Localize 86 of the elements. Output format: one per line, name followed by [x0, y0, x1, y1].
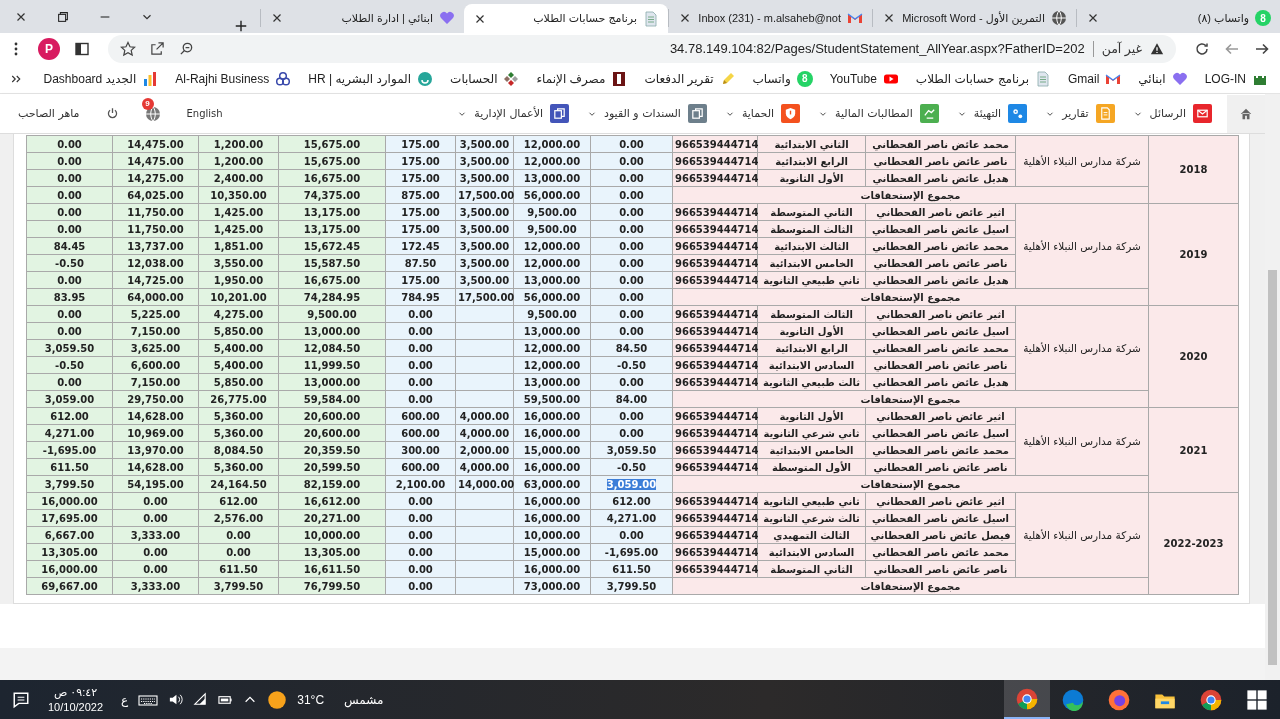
heart-icon [439, 10, 455, 26]
warning-icon [1150, 41, 1164, 56]
company-cell: شركة مدارس النبلاء الأهلية [1015, 305, 1149, 391]
bookmark[interactable]: Dashboard الجديد [43, 70, 159, 87]
table-cell: 15,675.00 [278, 135, 386, 153]
security-label[interactable]: غير آمن [1101, 41, 1142, 56]
bank-icon [611, 70, 628, 87]
year-cell: 2018 [1148, 135, 1239, 204]
count-badge: 8 [796, 70, 813, 87]
edge-icon [1062, 688, 1084, 711]
bookmark[interactable]: Gmail [1068, 70, 1122, 87]
menu-item[interactable]: الحماية [715, 94, 810, 133]
diamond-icon [503, 70, 520, 87]
menu-item[interactable]: التهيئة [947, 94, 1037, 133]
table-cell: 1,200.00 [198, 135, 279, 153]
temperature[interactable]: 31°C [297, 692, 325, 707]
table-cell: محمد عائض ناصر القحطاني [865, 135, 1016, 153]
new-tab-icon[interactable] [234, 19, 248, 33]
volume-icon[interactable] [168, 692, 184, 707]
input-language[interactable]: ع [121, 692, 129, 707]
menu-item[interactable]: المطالبات المالية [809, 94, 948, 133]
bookmark[interactable]: LOG-IN [1204, 70, 1268, 87]
table-cell: 0.00 [26, 135, 113, 153]
star-icon[interactable] [120, 40, 136, 57]
menu-item[interactable]: السندات و القيود [578, 94, 716, 133]
sidebar-icon[interactable] [74, 40, 90, 57]
year-cell: 2020 [1148, 305, 1239, 408]
menu-item[interactable]: تقارير [1036, 94, 1124, 133]
table-cell: 966539444714 [672, 135, 758, 153]
reload-icon[interactable] [1194, 40, 1210, 57]
sun-icon[interactable] [267, 689, 288, 710]
document-icon [1035, 70, 1051, 87]
notification-badge: 9 [141, 97, 154, 110]
restore-icon[interactable] [56, 9, 70, 24]
chrome-icon [1016, 687, 1038, 710]
power-icon[interactable] [105, 107, 119, 120]
browser-tab[interactable]: برنامج حسابات الطلاب [464, 4, 668, 33]
company-cell: شركة مدارس النبلاء الأهلية [1015, 407, 1149, 476]
zoom-icon[interactable] [179, 41, 194, 56]
globe-icon [1051, 10, 1067, 26]
wifi-icon[interactable] [193, 692, 209, 707]
clock-date[interactable]: 10/10/2022 [48, 699, 104, 715]
year-cell: 2022-2023 [1148, 492, 1239, 595]
home-button[interactable] [1227, 94, 1265, 133]
company-cell: شركة مدارس النبلاء الأهلية [1015, 203, 1149, 289]
table-cell: 3,500.00 [455, 135, 514, 153]
language-link[interactable]: English [186, 108, 223, 119]
bookmark[interactable]: Al-Rajhi Business [175, 70, 292, 87]
table-cell: 0.00 [590, 135, 673, 153]
browser-tab[interactable]: التمرين الأول - Microsoft Word [872, 9, 1076, 27]
scrollbar[interactable] [1265, 94, 1280, 680]
url-text: 34.78.149.104:82/Pages/StudentStatement_AllYear.aspx?FatherID=202 [669, 41, 1085, 56]
table-cell: 14,475.00 [112, 135, 199, 153]
table-cell: 12,000.00 [513, 135, 591, 153]
bar-chart-icon [142, 70, 159, 87]
company-cell: شركة مدارس النبلاء الأهلية [1015, 135, 1149, 187]
firefox-icon [1108, 688, 1130, 711]
menu-item[interactable]: الأعمال الإدارية [448, 94, 578, 133]
weather-text[interactable]: مشمس [344, 692, 384, 707]
smile-icon [417, 70, 434, 87]
table-cell: 175.00 [385, 135, 456, 153]
table-cell: الثاني الابتدائية [757, 135, 866, 153]
rings-icon [275, 70, 292, 87]
clock-time[interactable]: ٠٩:٤٢ ص [54, 684, 98, 700]
bookmark[interactable]: الحسابات [450, 70, 520, 87]
bookmark[interactable]: الموارد البشريه | HR [308, 70, 434, 87]
browser-tab[interactable]: ابنائي | ادارة الطلاب [260, 9, 464, 27]
chrome-icon [1200, 688, 1222, 711]
bookmark[interactable]: برنامج حسابات الطلاب [915, 70, 1051, 87]
bookmark[interactable]: تقرير الدفعات [644, 70, 736, 87]
user-name[interactable]: ماهر الصاحب [18, 107, 80, 120]
profile-avatar[interactable]: P [38, 37, 60, 60]
company-cell: شركة مدارس النبلاء الأهلية [1015, 492, 1149, 578]
document-icon [643, 10, 659, 27]
windows-icon [1246, 688, 1268, 711]
home-icon [1239, 106, 1253, 121]
menu-item[interactable]: الرسائل [1123, 94, 1221, 133]
count-badge: 8 [1255, 10, 1271, 26]
heart-icon [1171, 70, 1188, 87]
bookmark[interactable]: ابنائي [1138, 70, 1188, 87]
share-icon[interactable] [150, 41, 165, 56]
year-cell: 2019 [1148, 203, 1239, 306]
year-cell: 2021 [1148, 407, 1239, 493]
bookmark[interactable]: YouTube [829, 70, 899, 87]
bookmark[interactable]: مصرف الإنماء [536, 70, 628, 87]
notification-icon[interactable] [12, 690, 30, 709]
